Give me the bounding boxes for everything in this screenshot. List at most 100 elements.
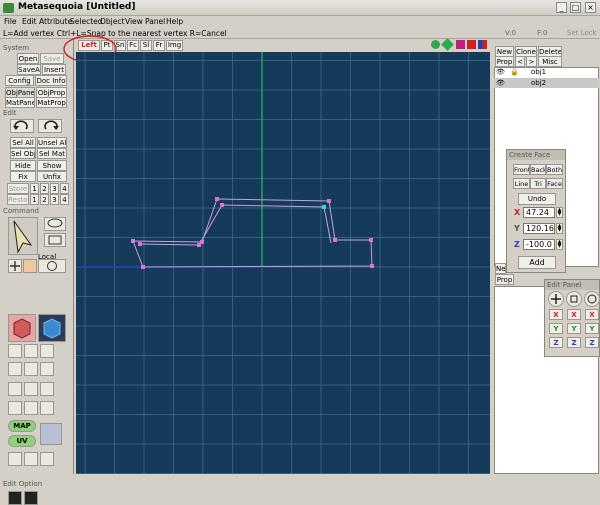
move-icon[interactable]	[8, 259, 22, 273]
unselect-all-button[interactable]: Unsel All	[37, 137, 67, 148]
y-constraint-move[interactable]: Y	[549, 323, 563, 334]
tab-front[interactable]: Fr	[153, 40, 165, 51]
insert-button[interactable]: Insert	[42, 64, 66, 75]
fix-button[interactable]: Fix	[10, 171, 36, 182]
viewport-left[interactable]	[76, 52, 490, 474]
x-field[interactable]: 47.24	[523, 207, 555, 218]
unfix-button[interactable]: Unfix	[37, 171, 67, 182]
menu-object[interactable]: Object	[100, 17, 124, 26]
face-button[interactable]: Face	[546, 178, 563, 189]
box-primitive-icon[interactable]	[8, 314, 36, 342]
object-misc-button[interactable]: Misc	[538, 56, 562, 67]
knife-icon[interactable]	[24, 344, 38, 358]
scale-icon[interactable]	[566, 291, 582, 307]
restore-slot-1[interactable]: 1	[30, 194, 39, 205]
weight-icon[interactable]	[40, 382, 54, 396]
store-button[interactable]: Store	[7, 183, 29, 194]
eye-icon[interactable]: 👁	[496, 78, 505, 88]
vertex-icon[interactable]	[40, 362, 54, 376]
set-lock-button[interactable]: Set Lock	[567, 29, 597, 37]
material-new-button[interactable]: New	[495, 263, 506, 274]
store-slot-2[interactable]: 2	[40, 183, 49, 194]
mirror-icon[interactable]	[24, 401, 38, 415]
restore-slot-3[interactable]: 3	[50, 194, 59, 205]
z-constraint-rotate[interactable]: Z	[585, 337, 599, 348]
menu-view[interactable]: View	[125, 17, 143, 26]
tab-select[interactable]: Sl	[140, 40, 152, 51]
undo-button[interactable]: Undo	[518, 193, 556, 205]
image-icon[interactable]	[40, 452, 54, 466]
menu-help[interactable]: Help	[166, 17, 183, 26]
list-item[interactable]: 👁 obj2	[494, 78, 599, 88]
pan-icon[interactable]	[441, 38, 454, 51]
move-icon[interactable]	[548, 291, 564, 307]
tab-face[interactable]: Fc	[127, 40, 139, 51]
store-slot-1[interactable]: 1	[30, 183, 39, 194]
x-constraint-move[interactable]: X	[549, 309, 563, 320]
back-button[interactable]: Back	[530, 164, 546, 175]
cube-blue-icon[interactable]	[38, 314, 66, 342]
show-button[interactable]: Show	[37, 160, 67, 171]
menu-selected[interactable]: Selected	[70, 17, 103, 26]
maximize-icon[interactable]: □	[570, 2, 581, 13]
store-slot-4[interactable]: 4	[60, 183, 69, 194]
list-item[interactable]: 👁 🔒 obj1	[494, 67, 599, 77]
z-spinner[interactable]: ▲ ▼	[556, 239, 563, 250]
menu-panel[interactable]: Panel	[145, 17, 165, 26]
y-constraint-scale[interactable]: Y	[567, 323, 581, 334]
z-constraint-scale[interactable]: Z	[567, 337, 581, 348]
object-prop-button[interactable]: Prop	[495, 56, 514, 67]
select-object-button[interactable]: Sel Obj	[10, 148, 36, 159]
both-button[interactable]: Both	[546, 164, 563, 175]
save-button[interactable]: Save	[40, 53, 64, 64]
color-magenta-icon[interactable]	[456, 40, 465, 49]
zoom-icon[interactable]	[431, 40, 440, 49]
z-field[interactable]: -100.0	[523, 239, 555, 250]
saveas-button[interactable]: SaveAs	[17, 64, 41, 75]
menu-file[interactable]: File	[4, 17, 17, 26]
scale-icon[interactable]	[23, 259, 37, 273]
object-next-button[interactable]: >	[526, 56, 537, 67]
select-all-button[interactable]: Sel All	[10, 137, 36, 148]
matprop-button[interactable]: MatProp	[36, 97, 67, 108]
rotate-icon[interactable]	[584, 291, 600, 307]
magnet-icon[interactable]	[8, 362, 22, 376]
config-button[interactable]: Config	[5, 75, 34, 86]
extrude-icon[interactable]	[8, 344, 22, 358]
map-button[interactable]: MAP	[8, 420, 36, 432]
y-spinner[interactable]: ▲ ▼	[556, 223, 563, 234]
restore-slot-2[interactable]: 2	[40, 194, 49, 205]
tri-button[interactable]: Tri	[530, 178, 546, 189]
minimize-icon[interactable]: _	[556, 2, 567, 13]
add-button[interactable]: Add	[518, 256, 556, 269]
triangle-icon[interactable]	[8, 452, 22, 466]
restore-button[interactable]: Restore	[7, 194, 29, 205]
select-arrow-icon[interactable]	[8, 217, 38, 255]
x-constraint-scale[interactable]: X	[567, 309, 581, 320]
menu-edit[interactable]: Edit	[22, 17, 37, 26]
close-icon[interactable]: ×	[585, 2, 596, 13]
object-prev-button[interactable]: <	[515, 56, 525, 67]
eye-icon[interactable]: 👁	[496, 67, 505, 77]
paint-icon[interactable]	[24, 362, 38, 376]
y-constraint-rotate[interactable]: Y	[585, 323, 599, 334]
matpanel-button[interactable]: MatPane	[5, 97, 35, 108]
restore-slot-4[interactable]: 4	[60, 194, 69, 205]
weld-icon[interactable]	[24, 382, 38, 396]
store-slot-3[interactable]: 3	[50, 183, 59, 194]
tool-icon[interactable]	[24, 452, 38, 466]
viewport-canvas[interactable]	[76, 52, 490, 474]
undo-icon[interactable]	[10, 119, 34, 133]
material-prop-button[interactable]: Prop	[495, 274, 514, 285]
select-material-button[interactable]: Sel Mat	[37, 148, 67, 159]
delete-face-icon[interactable]	[8, 382, 22, 396]
redo-icon[interactable]	[38, 119, 62, 133]
open-button[interactable]: Open	[17, 53, 39, 64]
grid-icon[interactable]	[24, 491, 38, 505]
globe-icon[interactable]	[8, 491, 22, 505]
x-constraint-rotate[interactable]: X	[585, 309, 599, 320]
y-field[interactable]: 120.16	[523, 223, 555, 234]
brush-icon[interactable]	[40, 344, 54, 358]
front-button[interactable]: Front	[513, 164, 530, 175]
z-constraint-move[interactable]: Z	[549, 337, 563, 348]
